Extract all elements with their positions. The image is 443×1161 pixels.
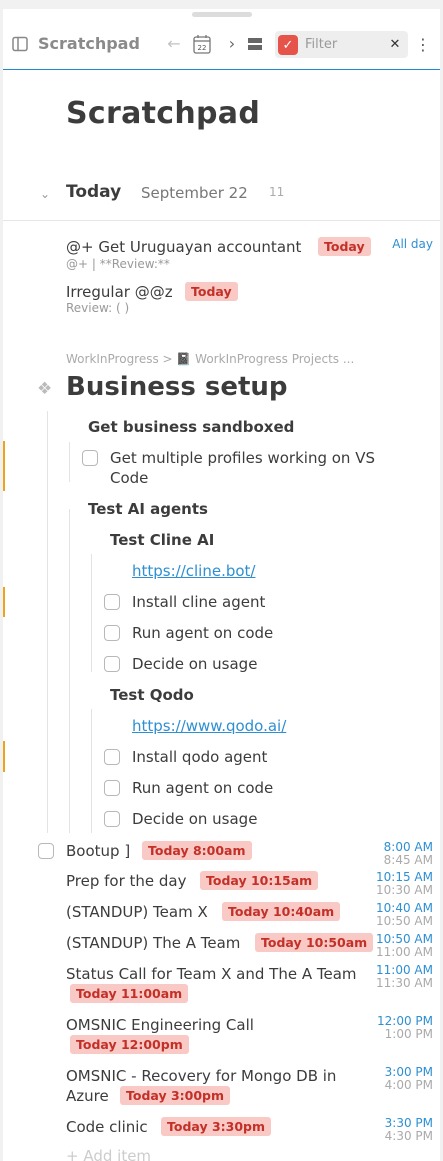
day-date: September 22 [141,184,248,202]
event-end: 10:30 AM [376,883,433,897]
event-text[interactable]: Code clinic [66,1118,148,1136]
event-text[interactable]: OMSNIC - Recovery for Mongo DB in [66,1067,336,1085]
indent-guide [69,442,70,482]
date-tag[interactable]: Today 3:30pm [161,1117,272,1136]
event-end: 11:30 AM [376,976,433,990]
task-text[interactable]: Install qodo agent [132,748,267,766]
svg-text:22: 22 [198,44,207,52]
indent-guide [91,554,92,672]
forward-arrow-icon[interactable]: › [222,33,242,53]
event-end: 4:30 PM [384,1129,433,1143]
scratchpad-panel: Scratchpad ← 22 › ✓ ✕ ⋮ Scratchpad ⌄ Tod… [3,9,440,1161]
date-tag[interactable]: Today [185,282,238,301]
date-tag[interactable]: Today [318,237,371,256]
task-checkbox[interactable] [104,625,120,641]
section-heading[interactable]: Test AI agents [88,500,208,518]
event-text[interactable]: Status Call for Team X and The A Team [66,965,357,983]
task-checkbox[interactable] [104,656,120,672]
toolbar-title: Scratchpad [38,34,140,53]
scheduled-marker [3,741,5,772]
indent-guide [69,509,70,833]
date-tag[interactable]: Today 12:00pm [70,1035,189,1054]
date-tag[interactable]: Today 10:15am [200,871,319,890]
toolbar: Scratchpad ← 22 › ✓ ✕ ⋮ [3,18,440,70]
event-text[interactable]: (STANDUP) The A Team [66,934,240,952]
day-divider [3,220,440,221]
indent-guide [47,411,48,833]
project-diamond-icon[interactable]: ❖ [37,379,52,399]
event-text-continued[interactable]: Azure [66,1087,109,1105]
date-tag[interactable]: Today 8:00am [142,841,252,860]
task-text[interactable]: Install cline agent [132,593,265,611]
date-tag[interactable]: Today 11:00am [70,984,189,1003]
task-text[interactable]: Decide on usage [132,655,257,673]
event-end: 4:00 PM [384,1078,433,1092]
day-item-count: 11 [269,185,285,199]
task-checkbox[interactable] [104,749,120,765]
drag-handle[interactable] [192,12,252,17]
qodo-link[interactable]: https://www.qodo.ai/ [132,717,286,735]
task-subtext: Review: ( ) [66,301,130,315]
event-time: 8:00 AM 8:45 AM [384,841,433,867]
event-time: 10:50 AM 11:00 AM [376,933,433,959]
collapse-chevron-icon[interactable]: ⌄ [40,187,50,201]
more-options-icon[interactable]: ⋮ [414,32,432,56]
task-text[interactable]: Get multiple profiles working on VS [110,449,375,467]
event-time: 10:40 AM 10:50 AM [376,902,433,928]
back-arrow-icon[interactable]: ← [164,33,184,53]
event-end: 8:45 AM [383,853,433,867]
event-time: 10:15 AM 10:30 AM [376,871,433,897]
event-text[interactable]: (STANDUP) Team X [66,903,208,921]
filter-box: ✓ ✕ [275,31,408,58]
task-text[interactable]: Run agent on code [132,779,273,797]
event-text[interactable]: Bootup ] [66,842,130,860]
task-checkbox[interactable] [104,811,120,827]
day-label: Today [66,182,122,202]
indent-guide [91,709,92,833]
page-title: Scratchpad [66,96,261,131]
task-checkbox[interactable] [104,780,120,796]
task-subtext: @+ | **Review:** [66,257,170,271]
event-end: 1:00 PM [384,1027,433,1041]
event-time: 3:30 PM 4:30 PM [385,1117,433,1143]
event-end: 10:50 AM [376,914,433,928]
project-title[interactable]: Business setup [66,372,288,402]
scheduled-marker [3,587,5,617]
clear-filter-icon[interactable]: ✕ [387,35,403,54]
event-time: 12:00 PM 1:00 PM [377,1015,433,1041]
task-text[interactable]: Run agent on code [132,624,273,642]
time-label: All day [392,237,433,251]
date-tag[interactable]: Today 10:40am [222,902,341,921]
event-text[interactable]: OMSNIC Engineering Call [66,1016,254,1034]
task-checkbox[interactable] [38,843,54,859]
layout-icon[interactable] [247,36,263,52]
scheduled-marker [3,441,5,491]
section-heading[interactable]: Get business sandboxed [88,418,294,436]
date-tag[interactable]: Today 10:50am [255,933,374,952]
task-text[interactable]: Decide on usage [132,810,257,828]
cline-link[interactable]: https://cline.bot/ [132,562,256,580]
section-heading[interactable]: Test Qodo [110,686,194,704]
date-tag[interactable]: Today 3:00pm [120,1086,231,1105]
task-text[interactable]: @+ Get Uruguayan accountant [66,238,301,256]
task-checkbox[interactable] [104,594,120,610]
task-text-continued[interactable]: Code [110,469,148,487]
calendar-icon[interactable]: 22 [192,33,212,55]
section-heading[interactable]: Test Cline AI [110,531,214,549]
event-text[interactable]: Prep for the day [66,872,187,890]
sidebar-toggle-icon[interactable] [11,35,29,53]
event-time: 11:00 AM 11:30 AM [376,964,433,990]
add-item-button[interactable]: + Add item [66,1147,151,1161]
task-checkbox[interactable] [82,450,98,466]
filter-checkbox-icon[interactable]: ✓ [278,35,298,55]
event-time: 3:00 PM 4:00 PM [385,1066,433,1092]
breadcrumb[interactable]: WorkInProgress > 📓 WorkInProgress Projec… [66,352,354,366]
filter-input[interactable] [305,35,380,54]
task-text[interactable]: Irregular @@z [66,283,173,301]
event-end: 11:00 AM [376,945,433,959]
